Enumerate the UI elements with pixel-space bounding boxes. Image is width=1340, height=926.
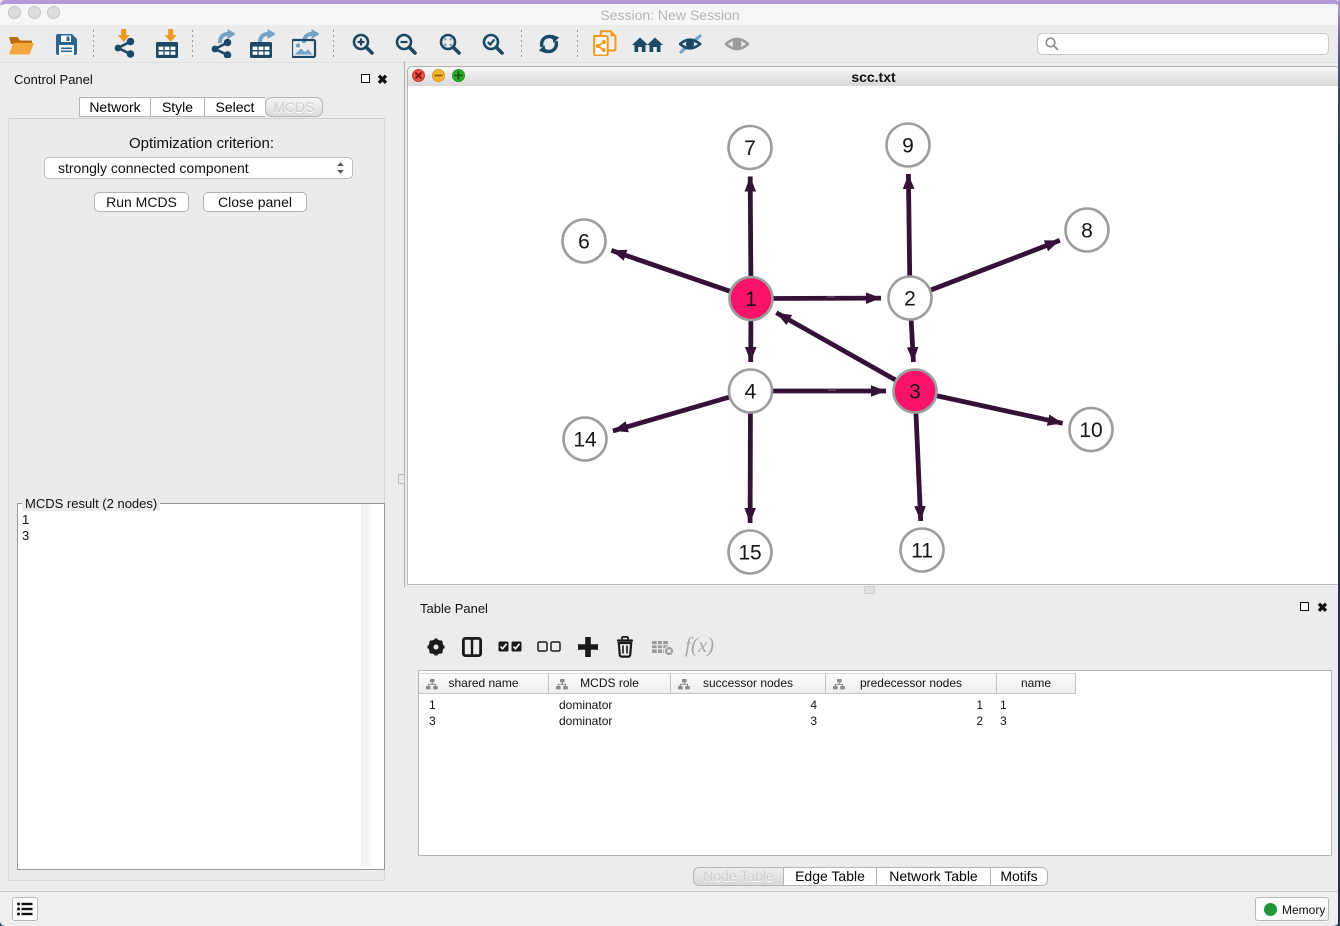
svg-text:10: 10 xyxy=(1079,419,1102,442)
svg-text:14: 14 xyxy=(573,429,597,452)
svg-text:6: 6 xyxy=(578,231,590,254)
svg-text:9: 9 xyxy=(902,135,914,158)
svg-text:15: 15 xyxy=(738,542,761,565)
svg-text:8: 8 xyxy=(1081,220,1093,243)
svg-text:11: 11 xyxy=(911,540,933,563)
svg-text:7: 7 xyxy=(744,137,756,160)
svg-text:2: 2 xyxy=(904,288,916,311)
svg-text:4: 4 xyxy=(745,381,757,404)
svg-text:3: 3 xyxy=(909,381,921,404)
svg-text:1: 1 xyxy=(745,288,757,311)
